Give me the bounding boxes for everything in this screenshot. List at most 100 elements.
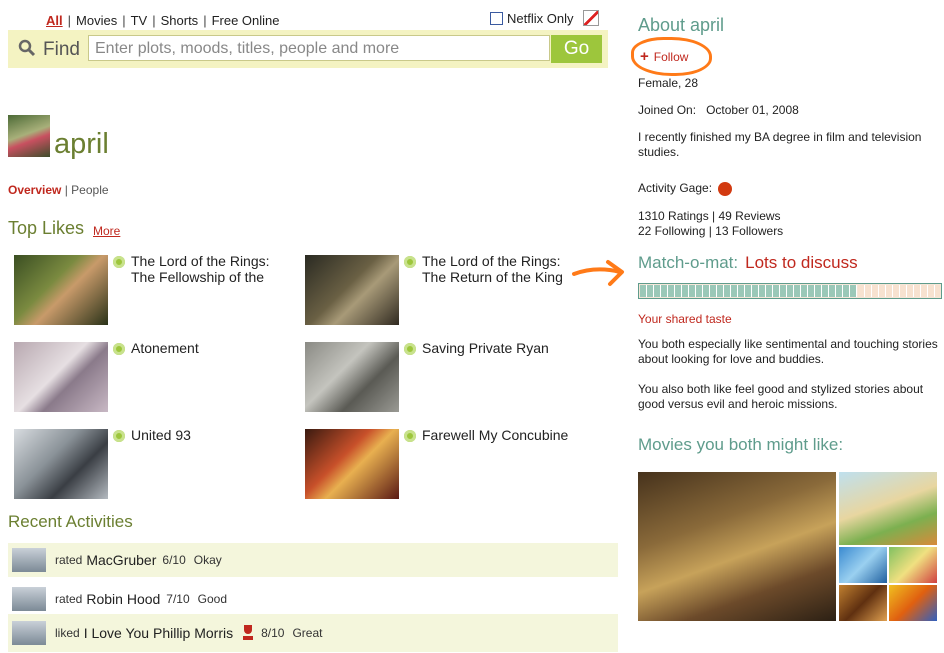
activity-thumbnail[interactable] (12, 621, 46, 645)
poster-thumbnail[interactable] (14, 342, 108, 412)
go-button[interactable]: Go (551, 35, 602, 63)
like-item[interactable]: Atonement (14, 340, 304, 414)
activity-gage: Activity Gage: (638, 181, 938, 196)
recommended-poster-large[interactable] (638, 472, 836, 621)
film-reel-icon (404, 343, 416, 355)
netflix-only-toggle[interactable]: Netflix Only (490, 11, 573, 26)
following-count[interactable]: 22 Following | 13 Followers (638, 224, 938, 239)
film-reel-icon (404, 430, 416, 442)
activity-verb: rated (55, 592, 83, 606)
activity-gage-indicator (718, 181, 733, 196)
activity-row: rated MacGruber 6/10 Okay (8, 543, 618, 577)
activity-rating-word: Great (292, 626, 323, 640)
top-likes-heading: Top Likes (8, 218, 85, 238)
search-input[interactable]: Enter plots, moods, titles, people and m… (88, 35, 550, 61)
bio: I recently finished my BA degree in film… (638, 130, 922, 159)
like-title[interactable]: The Lord of the Rings: The Fellowship of… (131, 253, 281, 285)
joined-label: Joined On: (638, 103, 697, 117)
netflix-icon[interactable] (583, 10, 599, 26)
recommendations-heading: Movies you both might like: (638, 435, 844, 454)
recommended-poster[interactable] (839, 472, 937, 545)
poster-thumbnail[interactable] (14, 255, 108, 325)
film-reel-icon (113, 430, 125, 442)
recommended-poster[interactable] (839, 547, 887, 583)
match-o-mat: Match-o-mat: Lots to discuss (638, 253, 858, 273)
match-meter-fill (640, 285, 858, 297)
match-meter (638, 283, 942, 299)
recommended-poster[interactable] (889, 585, 937, 621)
activity-title[interactable]: I Love You Phillip Morris (84, 625, 233, 641)
activity-verb: liked (55, 626, 80, 640)
find-label: Find (43, 39, 80, 60)
recent-activities-heading: Recent Activities (8, 512, 133, 531)
nav-tv[interactable]: TV (131, 13, 148, 28)
about-heading: About april (638, 15, 725, 35)
tab-people[interactable]: People (71, 183, 108, 197)
profile-tabs: Overview | People (8, 183, 109, 197)
like-item[interactable]: The Lord of the Rings: The Fellowship of… (14, 253, 304, 327)
like-item[interactable]: Saving Private Ryan (305, 340, 595, 414)
activity-score: 6/10 (162, 553, 186, 567)
nav-separator: | (67, 13, 72, 28)
match-verdict: Lots to discuss (745, 253, 858, 272)
like-title[interactable]: Farewell My Concubine (422, 427, 572, 443)
activity-gage-label: Activity Gage: (638, 181, 713, 195)
like-item[interactable]: The Lord of the Rings: The Return of the… (305, 253, 595, 327)
nav-separator: | (122, 13, 126, 28)
avatar (8, 115, 50, 157)
joined-on: Joined On: October 01, 2008 (638, 103, 938, 118)
annotation-arrow-icon (572, 260, 624, 286)
activity-title[interactable]: MacGruber (86, 552, 156, 568)
netflix-only-label: Netflix Only (507, 11, 574, 26)
activity-rating-word: Okay (193, 553, 222, 567)
activity-title[interactable]: Robin Hood (86, 591, 160, 607)
poster-thumbnail[interactable] (305, 342, 399, 412)
shared-taste-text: You both especially like sentimental and… (638, 337, 938, 366)
nav-shorts[interactable]: Shorts (161, 13, 199, 28)
like-title[interactable]: United 93 (131, 427, 281, 443)
like-title[interactable]: Saving Private Ryan (422, 340, 572, 356)
film-reel-icon (404, 256, 416, 268)
recommended-poster[interactable] (839, 585, 887, 621)
poster-thumbnail[interactable] (305, 255, 399, 325)
category-nav: All | Movies | TV | Shorts | Free Online (46, 13, 280, 28)
joined-date: October 01, 2008 (706, 103, 799, 117)
nav-all[interactable]: All (46, 13, 63, 28)
follow-button[interactable]: + Follow (640, 48, 688, 65)
like-title[interactable]: The Lord of the Rings: The Return of the… (422, 253, 572, 285)
poster-thumbnail[interactable] (14, 429, 108, 499)
like-item[interactable]: Farewell My Concubine (305, 427, 595, 501)
match-label: Match-o-mat: (638, 253, 739, 272)
like-title[interactable]: Atonement (131, 340, 281, 356)
shared-taste-text: You also both like feel good and stylize… (638, 382, 924, 411)
activity-thumbnail[interactable] (12, 548, 46, 572)
nav-free-online[interactable]: Free Online (212, 13, 280, 28)
activity-row: liked I Love You Phillip Morris 8/10 Gre… (8, 614, 618, 652)
trophy-icon (243, 625, 254, 641)
poster-thumbnail[interactable] (305, 429, 399, 499)
profile-name: april (54, 128, 109, 160)
nav-movies[interactable]: Movies (76, 13, 117, 28)
shared-taste-heading: Your shared taste (638, 312, 732, 326)
more-link[interactable]: More (93, 224, 120, 238)
film-reel-icon (113, 343, 125, 355)
recommended-poster[interactable] (889, 547, 937, 583)
tab-overview[interactable]: Overview (8, 183, 61, 197)
follow-label: Follow (653, 49, 689, 64)
film-reel-icon (113, 256, 125, 268)
gender-age: Female, 28 (638, 76, 699, 90)
activity-row: rated Robin Hood 7/10 Good (8, 582, 618, 616)
search-bar: Find Enter plots, moods, titles, people … (8, 30, 608, 68)
nav-separator: | (152, 13, 156, 28)
search-icon (18, 39, 36, 57)
ratings-count[interactable]: 1310 Ratings | 49 Reviews (638, 209, 938, 224)
match-meter-remainder (858, 285, 940, 297)
activity-thumbnail[interactable] (12, 587, 46, 611)
activity-rating-word: Good (197, 592, 228, 606)
like-item[interactable]: United 93 (14, 427, 304, 501)
netflix-only-checkbox[interactable] (490, 12, 503, 25)
activity-verb: rated (55, 553, 83, 567)
activity-score: 7/10 (166, 592, 190, 606)
nav-separator: | (203, 13, 207, 28)
activity-score: 8/10 (261, 626, 285, 640)
